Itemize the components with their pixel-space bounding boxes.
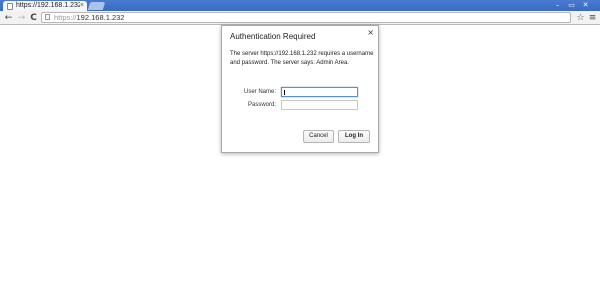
back-arrow-icon[interactable]: ← xyxy=(3,12,14,24)
tab-title: https://192.168.1.232 xyxy=(16,2,80,9)
username-label: User Name: xyxy=(243,89,276,95)
dialog-message: The server https://192.168.1.232 require… xyxy=(230,51,374,66)
auth-dialog: Authentication Required × The server htt… xyxy=(221,25,379,153)
restore-icon[interactable]: ▭ xyxy=(566,1,577,9)
window-close-icon[interactable]: ✕ xyxy=(580,1,591,9)
tab-close-icon[interactable]: × xyxy=(80,1,84,11)
address-bar[interactable]: https://192.168.1.232 xyxy=(41,12,571,23)
password-field[interactable] xyxy=(281,100,358,110)
dialog-close-icon[interactable]: × xyxy=(367,28,374,37)
bookmark-star-icon[interactable]: ☆ xyxy=(575,12,586,24)
page-info-icon[interactable] xyxy=(45,14,50,20)
reload-icon[interactable]: C xyxy=(28,12,39,24)
page-icon xyxy=(7,2,13,10)
cancel-button[interactable]: Cancel xyxy=(303,130,334,143)
dialog-title: Authentication Required xyxy=(230,32,316,41)
forward-arrow-icon[interactable]: → xyxy=(16,12,27,24)
username-field[interactable] xyxy=(281,87,358,97)
tab-active[interactable]: https://192.168.1.232 × xyxy=(3,1,87,11)
password-label: Password: xyxy=(247,102,276,108)
browser-toolbar: ← → C https://192.168.1.232 ☆ ≡ xyxy=(0,11,600,25)
address-scheme: https:// xyxy=(54,13,77,22)
minimize-icon[interactable]: – xyxy=(552,1,563,9)
browser-titlebar: https://192.168.1.232 × – ▭ ✕ xyxy=(0,0,600,11)
login-button[interactable]: Log In xyxy=(338,130,370,143)
address-text: https://192.168.1.232 xyxy=(54,13,124,22)
address-host: 192.168.1.232 xyxy=(76,13,125,22)
text-caret xyxy=(284,90,285,95)
new-tab-button[interactable] xyxy=(87,2,106,10)
menu-icon[interactable]: ≡ xyxy=(587,12,598,24)
